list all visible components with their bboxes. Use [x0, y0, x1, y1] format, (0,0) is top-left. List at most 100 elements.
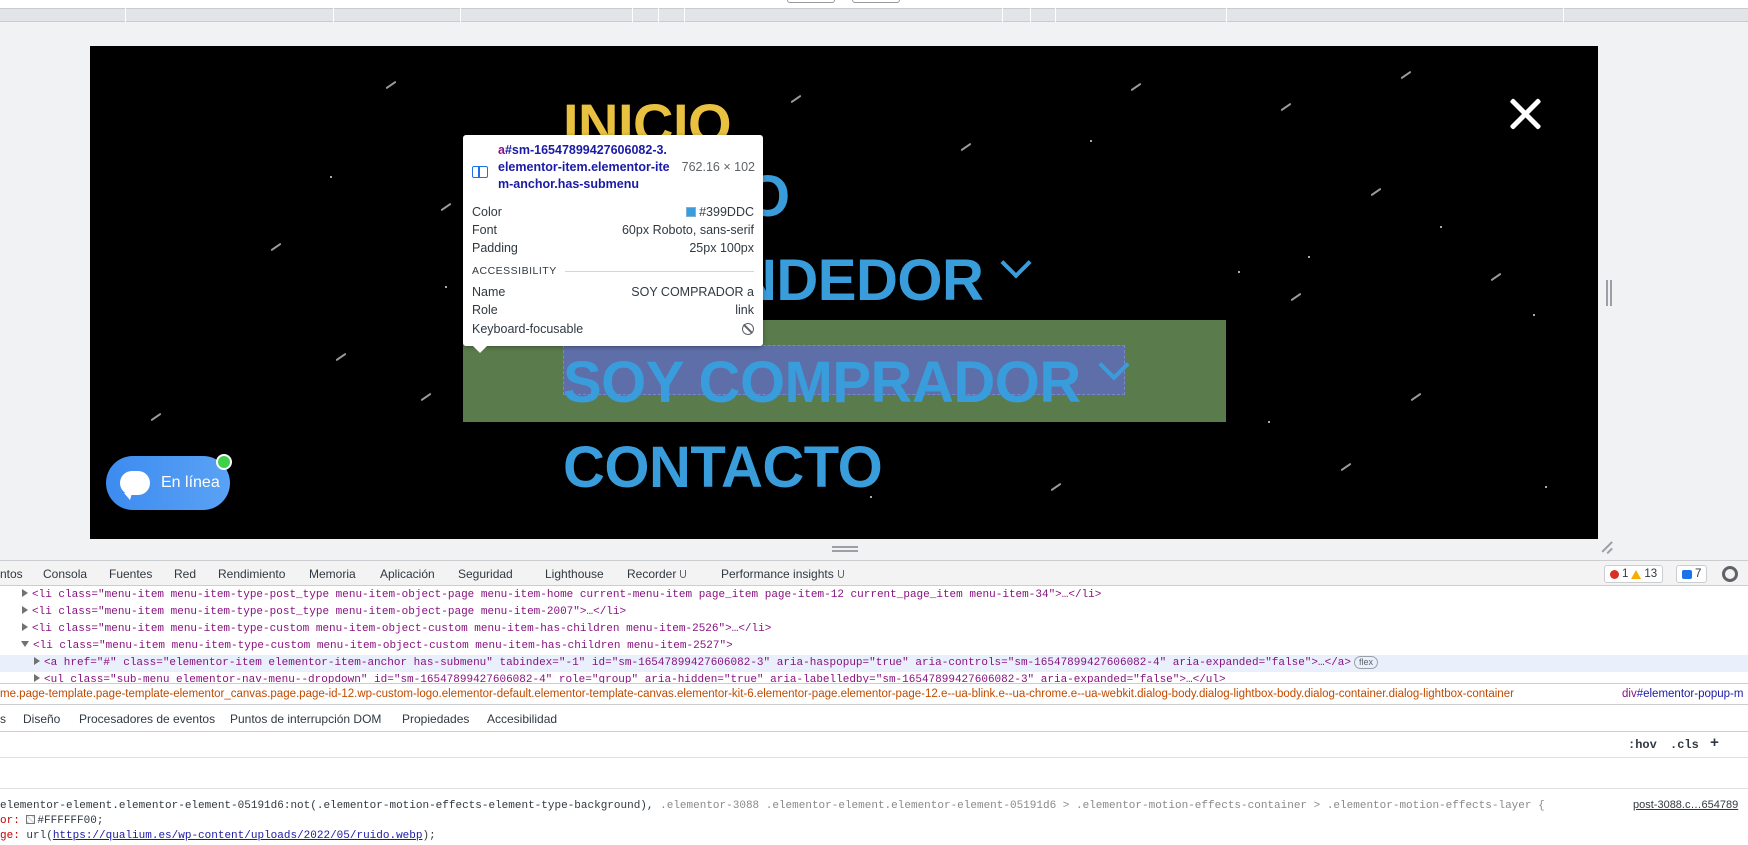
- chevron-down-icon: [1000, 247, 1032, 279]
- menu-item-vendedor[interactable]: NDEDOR: [735, 247, 1032, 310]
- menu-item-label: CONTACTO: [563, 435, 883, 500]
- messages-counter[interactable]: 7: [1676, 565, 1708, 583]
- tooltip-value: [742, 322, 754, 340]
- tooltip-section-title: ACCESSIBILITY: [472, 265, 754, 277]
- ruler-handle[interactable]: [787, 0, 835, 3]
- ruler-tick: [460, 8, 461, 22]
- gear-icon[interactable]: [1722, 566, 1738, 582]
- tooltip-value: SOY COMPRADOR a: [631, 285, 754, 299]
- selector-tag: a: [498, 143, 505, 157]
- tab-consola[interactable]: Consola: [43, 567, 87, 581]
- dom-node-text: <li class="menu-item menu-item-type-post…: [32, 606, 627, 618]
- tooltip-row-color: Color #399DDC: [472, 205, 754, 223]
- ruler-tick: [658, 8, 659, 22]
- tab-seguridad[interactable]: Seguridad: [458, 567, 513, 581]
- tab-memoria[interactable]: Memoria: [309, 567, 356, 581]
- style-prop-row[interactable]: ge: url(https://qualium.es/wp-content/up…: [0, 829, 436, 844]
- tab-fuentes[interactable]: Fuentes: [109, 567, 152, 581]
- tab-label: Recorder: [627, 567, 677, 581]
- not-focusable-icon: [742, 323, 754, 335]
- ruler-tick: [333, 8, 334, 22]
- menu-item-soy-comprador[interactable]: SOY COMPRADOR: [563, 349, 1130, 412]
- close-icon[interactable]: [1505, 94, 1545, 134]
- add-rule-button[interactable]: +: [1710, 735, 1719, 752]
- dom-node[interactable]: <li class="menu-item menu-item-type-post…: [0, 604, 1748, 621]
- tab-recorder[interactable]: Recorder: [627, 567, 687, 581]
- dom-breadcrumb: me.page-template.page-template-elementor…: [0, 683, 1748, 705]
- chat-widget-button[interactable]: En línea: [106, 454, 232, 510]
- tab-red[interactable]: Red: [174, 567, 196, 581]
- dom-node-text: <a href="#" class="elementor-item elemen…: [44, 657, 1352, 669]
- breadcrumb-tag: div: [1622, 688, 1637, 700]
- dom-node[interactable]: <li class="menu-item menu-item-type-cust…: [0, 621, 1748, 638]
- tooltip-row-focusable: Keyboard-focusable: [472, 322, 754, 340]
- style-prop-row[interactable]: or: #FFFFFF00;: [0, 814, 103, 829]
- dom-node[interactable]: <ul class="sub-menu elementor-nav-menu--…: [0, 672, 1748, 683]
- expand-triangle-icon[interactable]: [22, 589, 28, 597]
- viewport-resize-handle-corner[interactable]: [1600, 540, 1614, 554]
- breadcrumb-item-body[interactable]: me.page-template.page-template-elementor…: [0, 684, 1514, 704]
- tab-diseno[interactable]: Diseño: [23, 712, 60, 726]
- tab-aplicacion[interactable]: Aplicación: [380, 567, 435, 581]
- ruler-band: [0, 8, 1748, 22]
- tab-event-listeners[interactable]: Procesadores de eventos: [79, 712, 215, 726]
- chevron-down-icon: [1098, 349, 1130, 381]
- prop-value-suffix: );: [422, 830, 436, 842]
- tooltip-value: 25px 100px: [689, 241, 754, 255]
- tab-propiedades[interactable]: Propiedades: [402, 712, 469, 726]
- lightbox-popup: INICIO O NDEDOR SOY COMPRADOR CONTACTO E…: [90, 46, 1598, 539]
- prop-value: #FFFFFF00;: [37, 815, 104, 827]
- flex-badge[interactable]: flex: [1354, 656, 1379, 669]
- color-swatch[interactable]: [26, 815, 36, 824]
- tooltip-key: Color: [472, 205, 502, 219]
- breadcrumb-id: #elementor-popup-m: [1636, 688, 1744, 700]
- prop-value-prefix: url(: [26, 830, 53, 842]
- ruler-tick: [1055, 8, 1056, 22]
- tooltip-key: Padding: [472, 241, 518, 255]
- tab-estilos[interactable]: s: [0, 712, 6, 726]
- ruler-handle[interactable]: [852, 0, 900, 3]
- expand-triangle-icon[interactable]: [34, 657, 40, 665]
- dom-node[interactable]: <li class="menu-item menu-item-type-cust…: [0, 638, 1748, 655]
- viewport-resize-handle-right[interactable]: [1606, 280, 1612, 306]
- viewport-resize-handle-bottom[interactable]: [832, 546, 858, 552]
- ruler-tick: [632, 8, 633, 22]
- selector-rest: .elementor-3088 .elementor-element.eleme…: [660, 800, 1545, 812]
- tab-lighthouse[interactable]: Lighthouse: [545, 567, 604, 581]
- tab-elementos[interactable]: ntos: [0, 567, 23, 581]
- selector-classes: #sm-16547899427606082-3.elementor-item.e…: [498, 143, 670, 191]
- tab-rendimiento[interactable]: Rendimiento: [218, 567, 285, 581]
- tab-dom-breakpoints[interactable]: Puntos de interrupción DOM: [230, 712, 381, 726]
- selector-main: elementor-element.elementor-element-0519…: [0, 800, 654, 812]
- issues-counter[interactable]: 1 13: [1604, 565, 1664, 583]
- tooltip-value: 60px Roboto, sans-serif: [621, 223, 754, 237]
- tab-accesibilidad[interactable]: Accesibilidad: [487, 712, 557, 726]
- tab-performance-insights[interactable]: Performance insights: [721, 567, 844, 581]
- stylesheet-source-link[interactable]: post-3088.c…654789: [1633, 799, 1738, 811]
- tooltip-dimensions: 762.16 × 102: [681, 160, 755, 174]
- style-rule-selector[interactable]: elementor-element.elementor-element-0519…: [0, 799, 1545, 814]
- expand-triangle-icon[interactable]: [22, 606, 28, 614]
- message-count: 7: [1695, 568, 1702, 580]
- expand-triangle-icon[interactable]: [22, 623, 28, 631]
- warning-count: 13: [1644, 568, 1658, 580]
- class-toggle-button[interactable]: .cls: [1670, 738, 1699, 752]
- chat-bubble-icon: [120, 471, 150, 500]
- expand-triangle-icon[interactable]: [34, 674, 40, 682]
- inspector-tooltip: a#sm-16547899427606082-3.elementor-item.…: [463, 135, 763, 353]
- menu-item-contacto[interactable]: CONTACTO: [563, 439, 883, 497]
- collapse-triangle-icon[interactable]: [21, 641, 29, 647]
- hover-state-button[interactable]: :hov: [1628, 738, 1657, 752]
- prop-url-link[interactable]: https://qualium.es/wp-content/uploads/20…: [53, 830, 423, 842]
- tooltip-value: link: [735, 303, 754, 317]
- breadcrumb-item-popup[interactable]: div#elementor-popup-m: [1622, 684, 1743, 704]
- dom-node-text: <li class="menu-item menu-item-type-post…: [32, 589, 1102, 601]
- tooltip-row-font: Font 60px Roboto, sans-serif: [472, 223, 754, 241]
- dom-node[interactable]: <li class="menu-item menu-item-type-post…: [0, 587, 1748, 604]
- ruler-tick: [684, 8, 685, 22]
- experiment-flask-icon: [680, 570, 687, 578]
- color-value: #399DDC: [699, 205, 754, 219]
- sidebar-tabbar: s Diseño Procesadores de eventos Puntos …: [0, 705, 1748, 732]
- dom-node-selected[interactable]: <a href="#" class="elementor-item elemen…: [0, 655, 1748, 672]
- dom-tree: <li class="menu-item menu-item-type-post…: [0, 587, 1748, 683]
